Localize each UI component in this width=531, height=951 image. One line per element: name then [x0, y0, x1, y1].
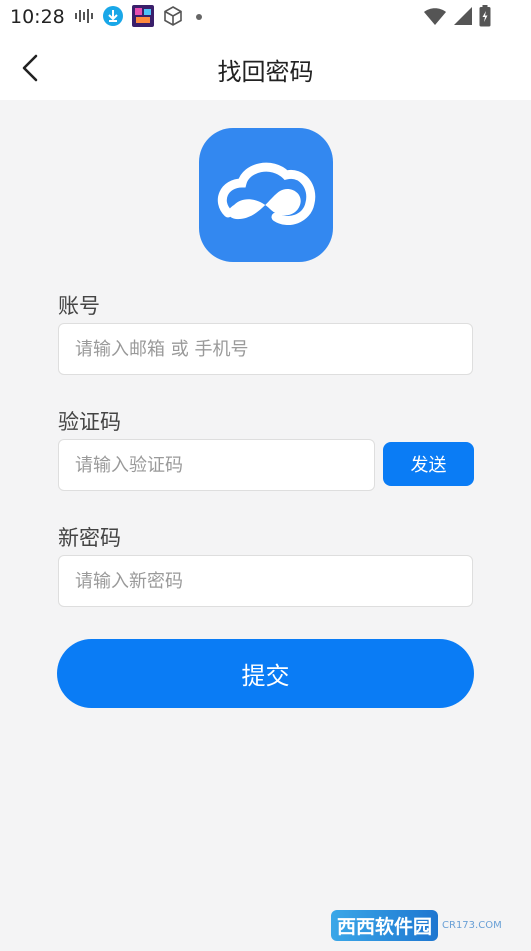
account-input[interactable] [58, 323, 473, 375]
watermark-subtext: CR173.COM [442, 919, 502, 931]
cloud-logo-icon [217, 162, 316, 225]
audio-wave-icon [74, 8, 94, 28]
account-label: 账号 [58, 294, 100, 318]
signal-icon [453, 6, 473, 30]
battery-icon [479, 5, 491, 31]
status-system-icons [423, 5, 491, 31]
status-bar: 10:28 [0, 0, 531, 36]
download-icon [102, 5, 124, 31]
dot-icon [192, 9, 206, 28]
page-title: 找回密码 [217, 58, 314, 86]
new-password-input[interactable] [58, 555, 473, 607]
app-logo [199, 128, 333, 262]
wifi-icon [423, 6, 447, 30]
nav-bar: 找回密码 [0, 36, 531, 100]
verification-code-label: 验证码 [58, 410, 121, 434]
app-thumbnail-icon [132, 5, 154, 31]
new-password-label: 新密码 [58, 526, 121, 550]
submit-button[interactable]: 提交 [57, 639, 474, 708]
watermark-text: 西西软件园 [331, 909, 439, 941]
send-code-button[interactable]: 发送 [383, 442, 474, 486]
cube-icon [162, 5, 184, 31]
verification-code-input[interactable] [58, 439, 375, 491]
watermark-logo: 西西软件园 CR173.COM [331, 907, 511, 943]
status-time: 10:28 [10, 6, 65, 28]
status-notification-icons [74, 5, 206, 31]
